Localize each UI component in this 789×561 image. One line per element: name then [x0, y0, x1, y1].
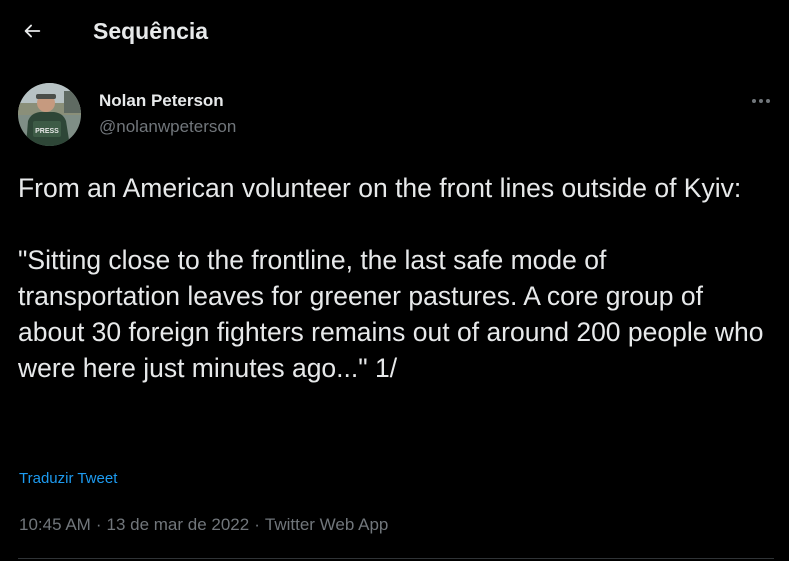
more-horizontal-icon	[752, 99, 770, 103]
page-title: Sequência	[93, 18, 209, 44]
author-handle[interactable]: @nolanwpeterson	[99, 116, 236, 138]
avatar[interactable]: PRESS	[18, 83, 81, 146]
svg-text:PRESS: PRESS	[35, 128, 59, 135]
arrow-left-icon	[24, 24, 41, 38]
author-name[interactable]: Nolan Peterson	[99, 90, 224, 112]
tweet-metadata: 10:45 AM · 13 de mar de 2022 · Twitter Web A…	[19, 513, 388, 537]
separator-dot: ·	[254, 515, 260, 534]
tweet-source[interactable]: Twitter Web App	[265, 515, 388, 534]
avatar-image: PRESS	[18, 83, 81, 146]
top-bar: Sequência	[0, 0, 789, 62]
tweet-time[interactable]: 10:45 AM	[19, 515, 91, 534]
separator-dot: ·	[95, 515, 102, 534]
back-button[interactable]	[14, 13, 50, 49]
divider	[18, 558, 774, 559]
translate-tweet-link[interactable]: Traduzir Tweet	[19, 469, 117, 489]
more-options-button[interactable]	[746, 88, 776, 114]
tweet-text: From an American volunteer on the front …	[18, 173, 764, 383]
tweet-date[interactable]: 13 de mar de 2022	[107, 515, 250, 534]
